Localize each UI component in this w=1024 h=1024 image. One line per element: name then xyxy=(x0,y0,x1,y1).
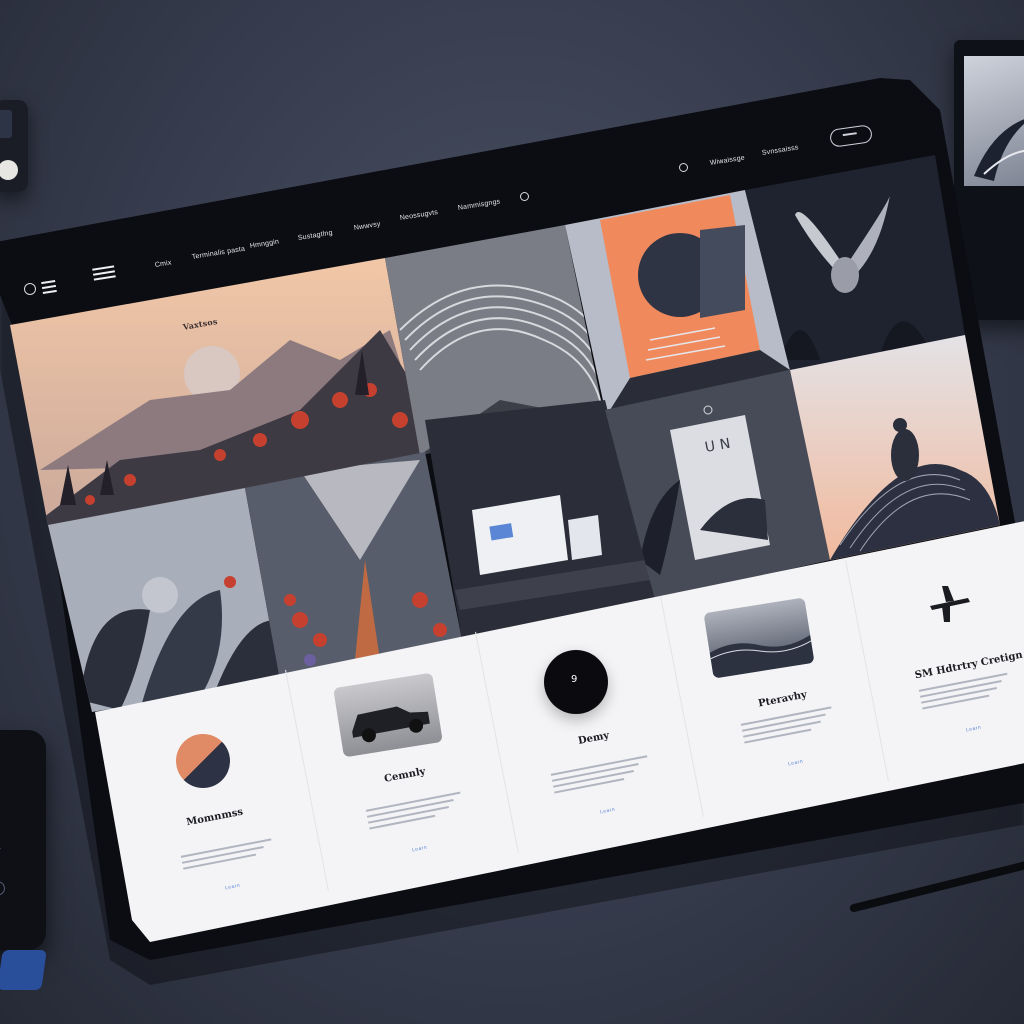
nav-item-8[interactable]: Svnssaisss xyxy=(761,144,799,157)
menu-button[interactable] xyxy=(828,124,874,148)
plane-icon xyxy=(928,584,972,624)
nav-item-5[interactable]: Neossugvts xyxy=(399,209,438,222)
nav-item-0[interactable]: Cmix xyxy=(154,259,172,269)
black-circle-icon: 9 xyxy=(544,650,608,714)
user-icon[interactable] xyxy=(679,163,688,172)
nav-item-3[interactable]: Sustagtlng xyxy=(297,230,333,242)
nav-item-6[interactable]: Nammisgngs xyxy=(457,198,500,212)
menu-icon[interactable] xyxy=(41,277,58,297)
search-icon[interactable] xyxy=(520,192,529,201)
hamburger-menu-icon[interactable] xyxy=(92,262,117,283)
profile-icon[interactable] xyxy=(24,283,36,295)
nav-item-2[interactable]: Hmnggin xyxy=(249,238,279,250)
nav-item-4[interactable]: Nwwvsy xyxy=(353,221,381,232)
split-circle-icon xyxy=(176,734,230,788)
tablet-screen: Cmix Terminalis pasta Hmnggin Sustagtlng… xyxy=(0,0,1024,1024)
nav-item-7[interactable]: Wiwaissge xyxy=(709,155,745,167)
nav-item-1[interactable]: Terminalis pasta xyxy=(191,246,245,261)
